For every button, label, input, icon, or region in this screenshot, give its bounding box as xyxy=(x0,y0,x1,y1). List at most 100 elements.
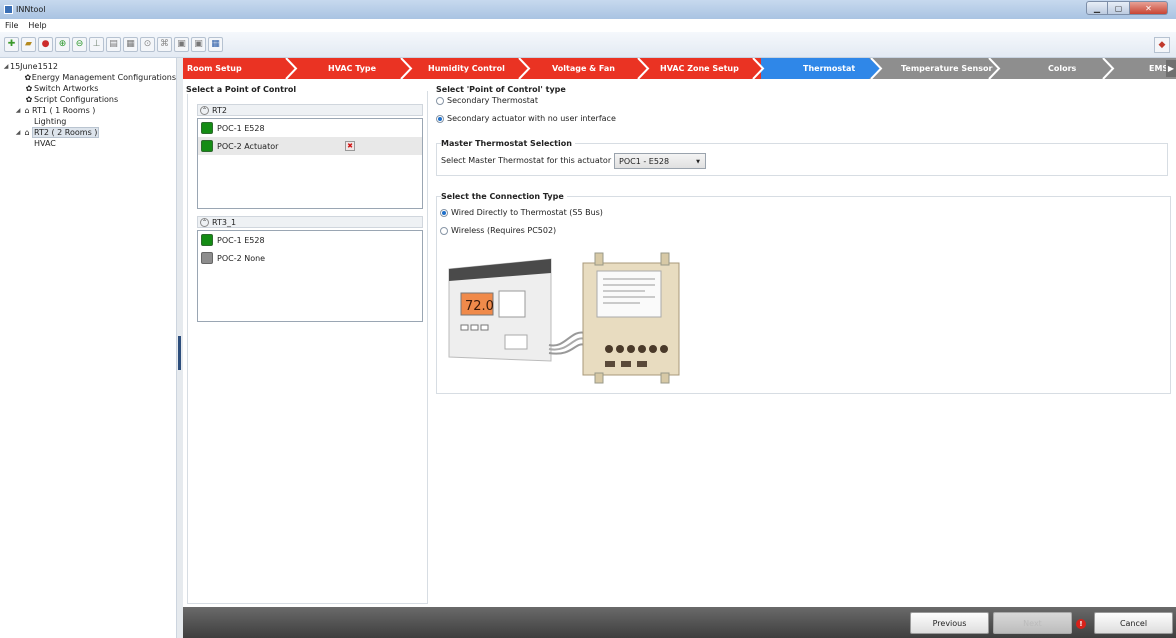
wizard-content: Select a Point of Control ⌃ RT2 POC-1 E5… xyxy=(183,79,1176,607)
step-hvac-zone-setup[interactable]: HVAC Zone Setup xyxy=(660,58,739,79)
tree-item-lighting[interactable]: Lighting xyxy=(0,116,176,127)
tree-item-label: Lighting xyxy=(34,117,67,126)
step-chevron xyxy=(637,58,650,79)
maximize-button[interactable]: ▢ xyxy=(1108,1,1130,15)
download-icon[interactable]: ⊙ xyxy=(140,37,155,52)
thermostat-actuator-illustration: 72.0 xyxy=(448,252,680,384)
step-colors[interactable]: Colors xyxy=(1048,58,1076,79)
collapse-icon[interactable]: ⌃ xyxy=(200,217,209,227)
steps-scroll-right-icon[interactable]: ▶ xyxy=(1166,60,1176,77)
step-label: HVAC Zone Setup xyxy=(660,64,739,73)
tree-item-scripts[interactable]: ✿ Script Configurations xyxy=(0,94,176,105)
poc-list-item[interactable]: POC-1 E528 xyxy=(198,231,422,249)
poc-list-item[interactable]: POC-2 None xyxy=(198,249,422,267)
wizard-steps: Room Setup HVAC Type Humidity Control Vo… xyxy=(183,58,1176,79)
eraser-icon[interactable]: ◆ xyxy=(1154,37,1170,53)
status-square-icon xyxy=(201,252,213,264)
radio-secondary-actuator[interactable]: Secondary actuator with no user interfac… xyxy=(436,112,616,125)
radio-secondary-thermostat[interactable]: Secondary Thermostat xyxy=(436,94,538,107)
step-thermostat[interactable]: Thermostat xyxy=(803,58,855,79)
paste-icon[interactable]: ▣ xyxy=(191,37,206,52)
step-hvac-type[interactable]: HVAC Type xyxy=(328,58,376,79)
poc-group-name: RT2 xyxy=(212,105,227,115)
save-disk-icon[interactable]: ▦ xyxy=(208,37,223,52)
app-icon xyxy=(4,5,13,14)
menu-bar: File Help xyxy=(0,19,1176,32)
radio-wired[interactable]: Wired Directly to Thermostat (S5 Bus) xyxy=(440,206,603,219)
next-button[interactable]: Next xyxy=(993,612,1072,634)
cancel-button[interactable]: Cancel xyxy=(1094,612,1173,634)
poc-group-header-rt2[interactable]: ⌃ RT2 xyxy=(197,104,423,116)
expand-arrow-icon[interactable]: ◢ xyxy=(2,63,10,70)
tree-item-energy[interactable]: ✿ Energy Management Configurations xyxy=(0,72,176,83)
step-chevron xyxy=(285,58,298,79)
tree-item-label: RT2 ( 2 Rooms ) xyxy=(32,127,100,138)
step-chevron xyxy=(1102,58,1115,79)
tree-item-switch-artworks[interactable]: ✿ Switch Artworks xyxy=(0,83,176,94)
wizard-footer: Previous Next ! Cancel xyxy=(183,607,1176,638)
tree-icon[interactable]: ⌘ xyxy=(157,37,172,52)
building-icon: ⌂ xyxy=(24,106,30,115)
radio-circle[interactable] xyxy=(436,96,444,105)
radio-circle[interactable] xyxy=(440,208,448,217)
tree-item-label: Energy Management Configurations xyxy=(31,73,176,82)
collapse-icon[interactable]: ⌃ xyxy=(200,105,209,115)
step-chevron xyxy=(751,58,765,79)
connection-type-title: Select the Connection Type xyxy=(441,192,567,201)
status-square-icon xyxy=(201,140,213,152)
remove-icon[interactable]: ⊖ xyxy=(72,37,87,52)
tree-root[interactable]: ◢ 15June1512 xyxy=(0,61,176,72)
status-square-icon xyxy=(201,122,213,134)
previous-button[interactable]: Previous xyxy=(910,612,989,634)
tree-item-rt2[interactable]: ◢ ⌂ RT2 ( 2 Rooms ) xyxy=(0,127,176,138)
status-square-icon xyxy=(201,234,213,246)
pin-icon[interactable]: ⊥ xyxy=(89,37,104,52)
save-alert-icon[interactable]: ● xyxy=(38,37,53,52)
minimize-button[interactable]: ▁ xyxy=(1086,1,1108,15)
expand-arrow-icon[interactable]: ◢ xyxy=(14,129,22,136)
copy-icon[interactable]: ▣ xyxy=(174,37,189,52)
step-voltage-fan[interactable]: Voltage & Fan xyxy=(552,58,615,79)
poc-list-item[interactable]: POC-1 E528 xyxy=(198,119,422,137)
dropdown-value: POC1 - E528 xyxy=(619,156,670,166)
export-icon[interactable]: ▦ xyxy=(123,37,138,52)
radio-wireless[interactable]: Wireless (Requires PC502) xyxy=(440,224,556,237)
tree-item-label: Switch Artworks xyxy=(34,84,99,93)
step-temperature-sensor[interactable]: Temperature Sensor xyxy=(901,58,992,79)
window-controls: ▁ ▢ ✕ xyxy=(1086,1,1168,15)
poc-group-header-rt3-1[interactable]: ⌃ RT3_1 xyxy=(197,216,423,228)
tree-item-rt1[interactable]: ◢ ⌂ RT1 ( 1 Rooms ) xyxy=(0,105,176,116)
radio-circle[interactable] xyxy=(440,226,448,235)
new-icon[interactable]: ✚ xyxy=(4,37,19,52)
tree-item-hvac[interactable]: HVAC xyxy=(0,138,176,149)
document-icon[interactable]: ▤ xyxy=(106,37,121,52)
step-humidity-control[interactable]: Humidity Control xyxy=(428,58,505,79)
step-label: Temperature Sensor xyxy=(901,64,993,73)
delete-icon[interactable]: ✖ xyxy=(345,141,355,151)
project-tree: ◢ 15June1512 ✿ Energy Management Configu… xyxy=(0,58,177,638)
chevron-down-icon: ▼ xyxy=(696,159,700,165)
master-thermostat-title: Master Thermostat Selection xyxy=(441,139,575,148)
tree-root-label: 15June1512 xyxy=(10,62,58,71)
radio-circle[interactable] xyxy=(436,114,444,123)
step-label: HVAC Type xyxy=(328,64,377,73)
step-label: Thermostat xyxy=(803,64,856,73)
menu-file[interactable]: File xyxy=(0,21,23,30)
radio-label: Wired Directly to Thermostat (S5 Bus) xyxy=(451,208,603,217)
master-thermostat-dropdown[interactable]: POC1 - E528 ▼ xyxy=(614,153,706,169)
poc-panel: Select a Point of Control ⌃ RT2 POC-1 E5… xyxy=(186,85,428,604)
step-chevron xyxy=(400,58,413,79)
poc-item-label: POC-2 Actuator xyxy=(217,141,279,151)
poc-list-item[interactable]: POC-2 Actuator ✖ xyxy=(198,137,422,155)
splitter-grip[interactable] xyxy=(178,336,181,370)
tree-item-label: RT1 ( 1 Rooms ) xyxy=(32,106,96,115)
menu-help[interactable]: Help xyxy=(23,21,51,30)
toolbar: ✚ ▰ ● ⊕ ⊖ ⊥ ▤ ▦ ⊙ ⌘ ▣ ▣ ▦ ◆ xyxy=(0,32,1176,58)
building-icon: ⌂ xyxy=(24,128,30,137)
close-button[interactable]: ✕ xyxy=(1130,1,1168,15)
add-icon[interactable]: ⊕ xyxy=(55,37,70,52)
master-thermostat-label: Select Master Thermostat for this actuat… xyxy=(441,156,612,165)
open-icon[interactable]: ▰ xyxy=(21,37,36,52)
expand-arrow-icon[interactable]: ◢ xyxy=(14,107,22,114)
step-room-setup[interactable]: Room Setup xyxy=(187,58,242,79)
